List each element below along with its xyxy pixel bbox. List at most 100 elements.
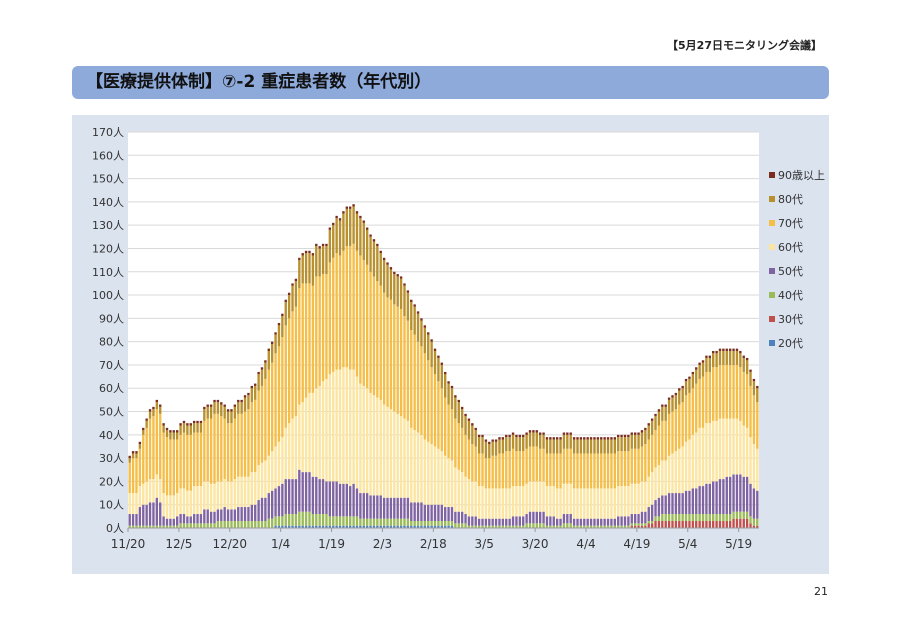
bar-segment: [698, 378, 701, 428]
bar-segment: [267, 350, 270, 370]
bar-segment: [749, 369, 752, 372]
bar-segment: [498, 518, 501, 526]
bar-segment: [491, 439, 494, 442]
bar-segment: [596, 518, 600, 526]
bar-segment: [671, 397, 674, 412]
bar-segment: [637, 523, 640, 526]
bar-segment: [321, 246, 325, 275]
bar-segment: [315, 476, 318, 515]
bar-segment: [192, 523, 196, 528]
bar-segment: [216, 521, 220, 528]
bar-segment: [321, 274, 325, 382]
bar-segment: [725, 418, 728, 477]
bar-segment: [735, 350, 739, 365]
bar-segment: [240, 413, 243, 477]
bar-segment: [321, 243, 325, 247]
bar-segment: [718, 479, 722, 515]
bar-segment: [532, 523, 535, 528]
bar-segment: [637, 514, 640, 524]
bar-segment: [416, 432, 420, 503]
bar-segment: [152, 502, 155, 526]
bar-segment: [379, 495, 382, 519]
bar-segment: [756, 490, 759, 519]
bar-segment: [311, 514, 315, 526]
bar-segment: [376, 243, 379, 247]
bar-segment: [192, 514, 196, 524]
bar-segment: [298, 260, 301, 289]
bar-segment: [756, 402, 759, 449]
bar-segment: [342, 367, 345, 484]
bar-segment: [220, 509, 223, 522]
bar-segment: [538, 481, 542, 512]
bar-segment: [345, 246, 349, 368]
y-tick-label: 60人: [99, 382, 124, 395]
bar-segment: [671, 521, 674, 528]
bar-segment: [579, 518, 583, 526]
bar-segment: [671, 514, 674, 522]
bar-segment: [722, 521, 725, 528]
bar-segment: [142, 504, 145, 526]
bar-segment: [586, 439, 589, 454]
y-tick-label: 80人: [99, 336, 124, 349]
bar-segment: [752, 444, 756, 489]
bar-segment: [518, 486, 522, 517]
bar-segment: [742, 371, 745, 426]
bar-segment: [281, 437, 284, 484]
bar-segment: [488, 518, 491, 526]
chart-panel: 0人 10人 20人 30人 40人 50人 60人 70人 80人 90人 100人 110人 120…: [72, 115, 829, 574]
bar-segment: [298, 404, 301, 470]
bar-segment: [464, 523, 467, 528]
bar-segment: [423, 327, 427, 354]
bar-segment: [389, 299, 393, 410]
bar-segment: [481, 518, 484, 526]
bar-segment: [159, 479, 162, 503]
bar-segment: [135, 458, 138, 494]
bar-segment: [617, 434, 620, 438]
bar-segment: [386, 518, 389, 526]
bar-segment: [250, 472, 254, 505]
bar-segment: [345, 208, 349, 247]
bar-segment: [311, 285, 315, 393]
bar-segment: [718, 350, 722, 365]
bar-segment: [657, 497, 661, 517]
bar-segment: [182, 488, 186, 515]
bar-segment: [657, 516, 661, 522]
bar-segment: [610, 439, 613, 454]
bar-segment: [667, 399, 671, 414]
bar-segment: [318, 248, 321, 277]
bar-segment: [576, 488, 579, 519]
bar-segment: [742, 355, 745, 358]
bar-segment: [247, 476, 250, 508]
bar-segment: [186, 523, 189, 528]
bar-segment: [735, 511, 739, 519]
bar-segment: [474, 481, 477, 517]
bar-segment: [447, 404, 450, 459]
bar-segment: [325, 514, 328, 526]
bar-segment: [457, 511, 460, 524]
bar-segment: [332, 516, 335, 526]
bar-segment: [725, 476, 728, 515]
bar-segment: [382, 292, 386, 405]
bar-segment: [678, 493, 681, 515]
bar-segment: [688, 521, 691, 528]
bar-segment: [304, 511, 308, 526]
bar-segment: [684, 514, 688, 522]
bar-segment: [538, 434, 542, 449]
bar-segment: [559, 488, 562, 519]
bar-segment: [396, 276, 399, 307]
bar-segment: [457, 523, 460, 528]
legend-label: 60代: [778, 241, 803, 254]
bar-segment: [254, 504, 257, 522]
bar-segment: [223, 406, 226, 419]
bar-segment: [308, 472, 311, 512]
bar-segment: [338, 483, 342, 517]
bar-segment: [128, 493, 131, 515]
bar-segment: [226, 521, 230, 528]
bar-segment: [708, 514, 711, 522]
bar-segment: [474, 446, 477, 482]
bar-segment: [498, 453, 501, 489]
bar-segment: [403, 418, 406, 498]
bar-segment: [413, 306, 416, 335]
bar-segment: [708, 423, 711, 484]
bar-segment: [423, 439, 427, 505]
